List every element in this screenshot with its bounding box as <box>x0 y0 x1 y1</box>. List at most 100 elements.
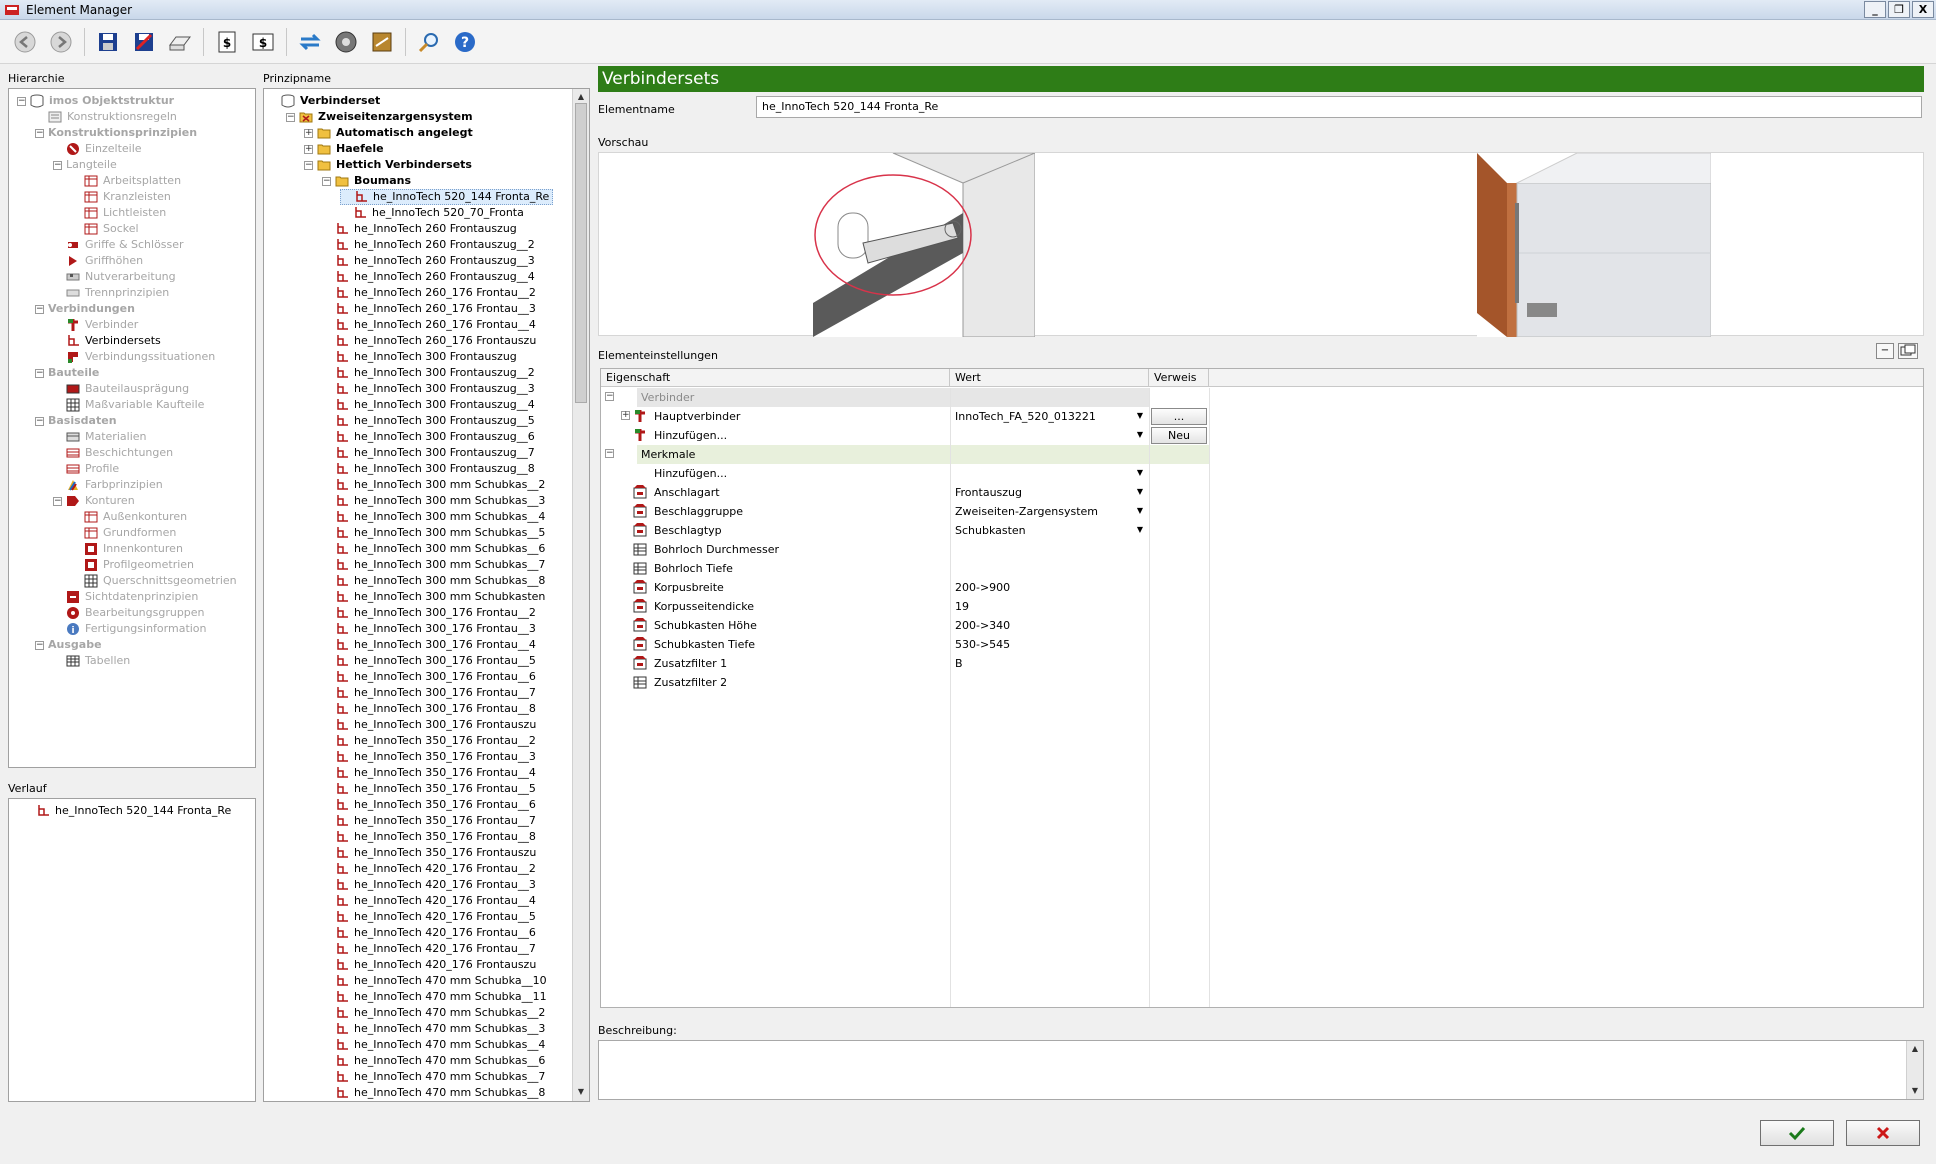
collapse-icon[interactable]: − <box>35 368 44 378</box>
new-button[interactable]: Neu <box>1151 427 1207 444</box>
column-header-property[interactable]: Eigenschaft <box>601 369 950 387</box>
principle-item[interactable]: he_InnoTech 260_176 Frontauszu <box>322 333 536 349</box>
property-row[interactable]: Korpusseitendicke 19 <box>601 597 1925 616</box>
hierarchy-item[interactable]: Profile <box>53 461 119 477</box>
property-value[interactable]: 200->340 <box>955 616 1010 635</box>
forward-icon[interactable] <box>46 27 76 57</box>
principle-item[interactable]: he_InnoTech 260 Frontauszug <box>322 221 517 237</box>
hierarchy-item[interactable]: Arbeitsplatten <box>71 173 181 189</box>
principle-item[interactable]: he_InnoTech 260_176 Frontau__4 <box>322 317 536 333</box>
hierarchy-item[interactable]: i Fertigungsinformation <box>53 621 207 637</box>
property-row[interactable]: Bohrloch Durchmesser <box>601 540 1925 559</box>
collapse-icon[interactable]: − <box>304 160 313 170</box>
hierarchy-item[interactable]: Maßvariable Kaufteile <box>53 397 204 413</box>
principle-item[interactable]: he_InnoTech 470 mm Schubkas__6 <box>322 1053 545 1069</box>
property-group-row[interactable]: − Verbinder <box>601 388 1925 407</box>
hierarchy-item[interactable]: Nutverarbeitung <box>53 269 176 285</box>
principle-tree[interactable]: ▲ ▼ Verbinderset − Zweiseitenzargensystem +… <box>263 88 590 1102</box>
collapse-icon[interactable]: − <box>35 128 44 138</box>
principle-item[interactable]: he_InnoTech 520_70_Fronta <box>340 205 524 221</box>
principle-item[interactable]: he_InnoTech 350_176 Frontau__6 <box>322 797 536 813</box>
principle-item[interactable]: he_InnoTech 300 Frontauszug__8 <box>322 461 535 477</box>
description-scrollbar[interactable]: ▲ ▼ <box>1906 1041 1923 1099</box>
history-item[interactable]: he_InnoTech 520_144 Fronta_Re <box>23 803 231 819</box>
principle-item[interactable]: he_InnoTech 420_176 Frontau__4 <box>322 893 536 909</box>
principle-item[interactable]: he_InnoTech 300 Frontauszug <box>322 349 517 365</box>
collapse-icon[interactable]: − <box>322 176 331 186</box>
hierarchy-item[interactable]: Materialien <box>53 429 146 445</box>
price-icon[interactable]: $ <box>212 27 242 57</box>
hierarchy-item[interactable]: − Ausgabe <box>35 637 102 653</box>
principle-item[interactable]: he_InnoTech 520_144 Fronta_Re <box>340 189 554 205</box>
scroll-thumb[interactable] <box>575 103 587 403</box>
principle-item[interactable]: he_InnoTech 350_176 Frontau__2 <box>322 733 536 749</box>
principle-item[interactable]: he_InnoTech 260 Frontauszug__4 <box>322 269 535 285</box>
hierarchy-item[interactable]: Profilgeometrien <box>71 557 194 573</box>
expand-icon[interactable]: + <box>621 411 630 420</box>
ok-button[interactable] <box>1760 1120 1834 1146</box>
hierarchy-item[interactable]: Tabellen <box>53 653 130 669</box>
hierarchy-item[interactable]: Lichtleisten <box>71 205 166 221</box>
element-settings-grid[interactable]: Eigenschaft Wert Verweis − Verbinder + Haup… <box>600 368 1924 1008</box>
dropdown-arrow-icon[interactable]: ▼ <box>1134 428 1146 442</box>
principle-item[interactable]: he_InnoTech 300_176 Frontau__7 <box>322 685 536 701</box>
property-row[interactable]: + Hauptverbinder InnoTech_FA_520_013221 ▼..… <box>601 407 1925 426</box>
principle-item[interactable]: he_InnoTech 300 Frontauszug__4 <box>322 397 535 413</box>
principle-item[interactable]: he_InnoTech 470 mm Schubkas__4 <box>322 1037 545 1053</box>
disk-icon[interactable] <box>331 27 361 57</box>
help-icon[interactable]: ? <box>450 27 480 57</box>
hierarchy-item[interactable]: − Konstruktionsprinzipien <box>35 125 197 141</box>
hierarchy-tree[interactable]: − imos Objektstruktur Konstruktionsregeln −… <box>8 88 256 768</box>
history-list[interactable]: he_InnoTech 520_144 Fronta_Re <box>8 798 256 1102</box>
principle-item[interactable]: he_InnoTech 300 mm Schubkas__8 <box>322 573 545 589</box>
principle-item[interactable]: he_InnoTech 350_176 Frontau__3 <box>322 749 536 765</box>
principle-item[interactable]: he_InnoTech 300_176 Frontau__8 <box>322 701 536 717</box>
principle-item[interactable]: he_InnoTech 300 Frontauszug__5 <box>322 413 535 429</box>
principle-item[interactable]: he_InnoTech 420_176 Frontau__7 <box>322 941 536 957</box>
package-icon[interactable] <box>367 27 397 57</box>
collapse-all-icon[interactable]: − <box>1876 343 1894 359</box>
hierarchy-item[interactable]: Bearbeitungsgruppen <box>53 605 205 621</box>
property-value[interactable]: 530->545 <box>955 635 1010 654</box>
cancel-button[interactable] <box>1846 1120 1920 1146</box>
principle-item[interactable]: he_InnoTech 300 mm Schubkas__4 <box>322 509 545 525</box>
principle-item[interactable]: he_InnoTech 470 mm Schubka__11 <box>322 989 547 1005</box>
save-icon[interactable] <box>93 27 123 57</box>
principle-item[interactable]: he_InnoTech 300 Frontauszug__2 <box>322 365 535 381</box>
print-icon[interactable] <box>165 27 195 57</box>
hierarchy-item[interactable]: − Langteile <box>53 157 117 173</box>
properties-view-icon[interactable] <box>1898 343 1918 359</box>
dropdown-arrow-icon[interactable]: ▼ <box>1134 504 1146 518</box>
principle-item[interactable]: he_InnoTech 420_176 Frontau__5 <box>322 909 536 925</box>
swap-icon[interactable] <box>295 27 325 57</box>
property-row[interactable]: Schubkasten Tiefe 530->545 <box>601 635 1925 654</box>
principle-item[interactable]: − Boumans <box>322 173 411 189</box>
principle-item[interactable]: he_InnoTech 300_176 Frontau__3 <box>322 621 536 637</box>
hierarchy-item[interactable]: Querschnittsgeometrien <box>71 573 237 589</box>
hierarchy-item[interactable]: − Verbindungen <box>35 301 135 317</box>
browse-button[interactable]: ... <box>1151 408 1207 425</box>
property-value[interactable]: Zweiseiten-Zargensystem <box>955 502 1098 521</box>
hierarchy-item[interactable]: Innenkonturen <box>71 541 183 557</box>
scroll-up-icon[interactable]: ▲ <box>576 92 586 102</box>
principle-item[interactable]: he_InnoTech 300_176 Frontauszu <box>322 717 536 733</box>
hierarchy-item[interactable]: Grundformen <box>71 525 176 541</box>
property-value[interactable]: InnoTech_FA_520_013221 <box>955 407 1096 426</box>
principle-item[interactable]: he_InnoTech 470 mm Schubkas__7 <box>322 1069 545 1085</box>
principle-item[interactable]: he_InnoTech 260_176 Frontau__2 <box>322 285 536 301</box>
principle-item[interactable]: he_InnoTech 420_176 Frontau__2 <box>322 861 536 877</box>
principle-item[interactable]: he_InnoTech 300_176 Frontau__2 <box>322 605 536 621</box>
principle-item[interactable]: he_InnoTech 300 Frontauszug__7 <box>322 445 535 461</box>
hierarchy-item[interactable]: Außenkonturen <box>71 509 187 525</box>
principle-item[interactable]: he_InnoTech 260_176 Frontau__3 <box>322 301 536 317</box>
hierarchy-item[interactable]: Sockel <box>71 221 139 237</box>
principle-item[interactable]: he_InnoTech 470 mm Schubka__10 <box>322 973 547 989</box>
principle-item[interactable]: he_InnoTech 300_176 Frontau__6 <box>322 669 536 685</box>
hierarchy-item[interactable]: Verbindersets <box>53 333 161 349</box>
collapse-icon[interactable]: − <box>53 496 62 506</box>
scroll-down-icon[interactable]: ▼ <box>1910 1086 1920 1096</box>
principle-item[interactable]: he_InnoTech 350_176 Frontau__4 <box>322 765 536 781</box>
collapse-icon[interactable]: − <box>605 449 614 458</box>
hierarchy-item[interactable]: Sichtdatenprinzipien <box>53 589 198 605</box>
scroll-down-icon[interactable]: ▼ <box>576 1087 586 1097</box>
